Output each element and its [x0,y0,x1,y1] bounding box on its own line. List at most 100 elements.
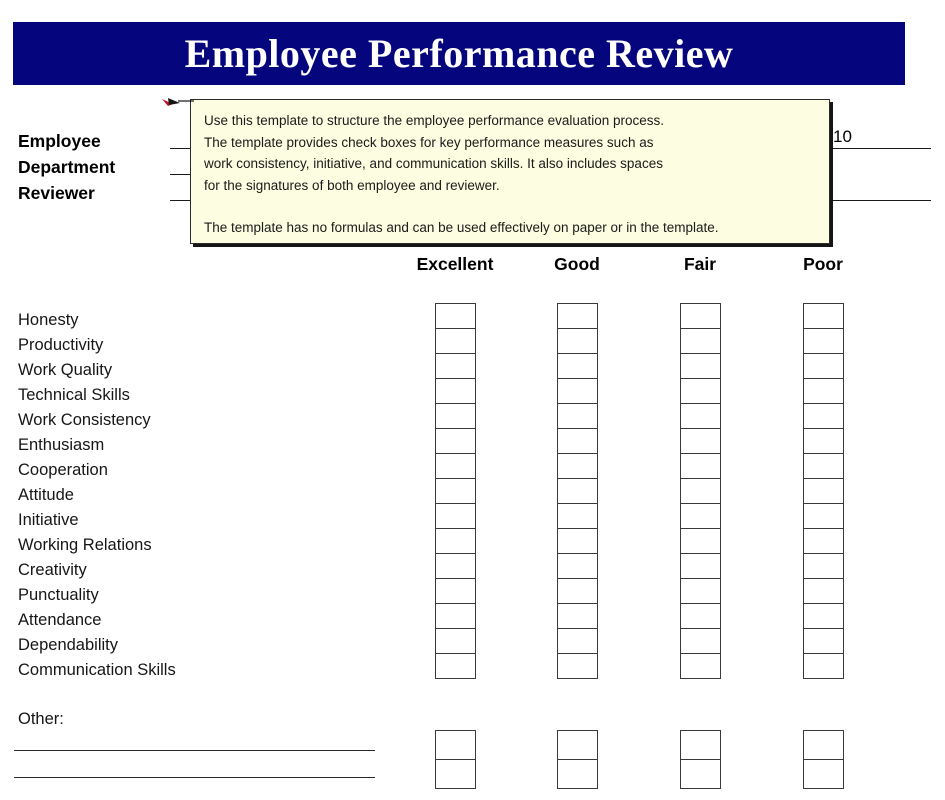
checkbox-good-communication-skills[interactable] [558,654,597,679]
checkbox-good-attitude[interactable] [558,479,597,504]
criteria-label-initiative: Initiative [18,511,79,529]
checkbox-poor-attitude[interactable] [804,479,843,504]
checkbox-column-other-good [557,730,598,789]
checkbox-excellent-cooperation[interactable] [436,454,475,479]
criteria-label-cooperation: Cooperation [18,461,108,479]
checkbox-fair-cooperation[interactable] [681,454,720,479]
column-header-good: Good [554,254,600,274]
criteria-label-working-relations: Working Relations [18,536,152,554]
checkbox-good-working-relations[interactable] [558,529,597,554]
employee-field-label: Employee [18,131,101,151]
department-field-label: Department [18,157,116,177]
comment-line-4: for the signatures of both employee and … [204,177,500,193]
reviewer-field-label: Reviewer [18,183,95,203]
checkbox-excellent-initiative[interactable] [436,504,475,529]
criteria-label-punctuality: Punctuality [18,586,99,604]
checkbox-other-fair-row-1[interactable] [681,731,720,760]
checkbox-fair-enthusiasm[interactable] [681,429,720,454]
checkbox-excellent-technical-skills[interactable] [436,379,475,404]
checkbox-other-good-row-1[interactable] [558,731,597,760]
checkbox-good-dependability[interactable] [558,629,597,654]
comment-pointer-icon [160,96,196,110]
checkbox-fair-productivity[interactable] [681,329,720,354]
checkbox-fair-attendance[interactable] [681,604,720,629]
criteria-label-work-quality: Work Quality [18,361,113,379]
checkbox-good-punctuality[interactable] [558,579,597,604]
other-input-line-2[interactable] [14,777,375,778]
criteria-label-attitude: Attitude [18,486,74,504]
checkbox-excellent-productivity[interactable] [436,329,475,354]
checkbox-fair-honesty[interactable] [681,304,720,329]
checkbox-excellent-creativity[interactable] [436,554,475,579]
checkbox-excellent-attitude[interactable] [436,479,475,504]
checkbox-fair-dependability[interactable] [681,629,720,654]
page-title: Employee Performance Review [184,30,734,76]
comment-line-1: Use this template to structure the emplo… [204,113,664,128]
checkbox-poor-initiative[interactable] [804,504,843,529]
checkbox-good-work-consistency[interactable] [558,404,597,429]
comment-tooltip[interactable]: Use this template to structure the emplo… [190,99,830,244]
checkbox-poor-working-relations[interactable] [804,529,843,554]
criteria-label-dependability: Dependability [18,636,118,654]
checkbox-other-good-row-2[interactable] [558,760,597,789]
checkbox-poor-cooperation[interactable] [804,454,843,479]
checkbox-good-productivity[interactable] [558,329,597,354]
checkbox-excellent-working-relations[interactable] [436,529,475,554]
checkbox-good-honesty[interactable] [558,304,597,329]
checkbox-poor-enthusiasm[interactable] [804,429,843,454]
criteria-label-enthusiasm: Enthusiasm [18,436,105,454]
checkbox-excellent-attendance[interactable] [436,604,475,629]
checkbox-good-initiative[interactable] [558,504,597,529]
checkbox-excellent-work-consistency[interactable] [436,404,475,429]
checkbox-good-work-quality[interactable] [558,354,597,379]
checkbox-fair-punctuality[interactable] [681,579,720,604]
checkbox-excellent-communication-skills[interactable] [436,654,475,679]
checkbox-fair-working-relations[interactable] [681,529,720,554]
checkbox-column-fair [680,303,721,679]
checkbox-column-other-poor [803,730,844,789]
checkbox-fair-work-quality[interactable] [681,354,720,379]
comment-line-3: work consistency, initiative, and commun… [204,156,663,171]
checkbox-poor-honesty[interactable] [804,304,843,329]
checkbox-fair-initiative[interactable] [681,504,720,529]
checkbox-excellent-honesty[interactable] [436,304,475,329]
checkbox-poor-punctuality[interactable] [804,579,843,604]
checkbox-poor-communication-skills[interactable] [804,654,843,679]
checkbox-poor-productivity[interactable] [804,329,843,354]
checkbox-poor-work-consistency[interactable] [804,404,843,429]
checkbox-good-cooperation[interactable] [558,454,597,479]
checkbox-excellent-dependability[interactable] [436,629,475,654]
column-header-fair: Fair [683,254,717,274]
checkbox-fair-work-consistency[interactable] [681,404,720,429]
checkbox-other-excellent-row-2[interactable] [436,760,475,789]
comment-closing-line: The template has no formulas and can be … [204,220,719,235]
checkbox-other-poor-row-2[interactable] [804,760,843,789]
checkbox-other-poor-row-1[interactable] [804,731,843,760]
checkbox-poor-work-quality[interactable] [804,354,843,379]
checkbox-excellent-work-quality[interactable] [436,354,475,379]
checkbox-excellent-enthusiasm[interactable] [436,429,475,454]
checkbox-good-enthusiasm[interactable] [558,429,597,454]
checkbox-poor-technical-skills[interactable] [804,379,843,404]
checkbox-good-attendance[interactable] [558,604,597,629]
checkbox-good-creativity[interactable] [558,554,597,579]
checkbox-other-fair-row-2[interactable] [681,760,720,789]
checkbox-poor-dependability[interactable] [804,629,843,654]
other-input-line-1[interactable] [14,750,375,751]
date-field-value: 10 [833,127,852,146]
checkbox-column-excellent [435,303,476,679]
checkbox-fair-creativity[interactable] [681,554,720,579]
criteria-label-technical-skills: Technical Skills [18,386,130,404]
date-field-input[interactable] [831,148,931,149]
column-header-poor: Poor [803,254,843,274]
checkbox-poor-creativity[interactable] [804,554,843,579]
checkbox-fair-communication-skills[interactable] [681,654,720,679]
checkbox-poor-attendance[interactable] [804,604,843,629]
checkbox-column-poor [803,303,844,679]
checkbox-fair-attitude[interactable] [681,479,720,504]
checkbox-excellent-punctuality[interactable] [436,579,475,604]
secondary-field-input[interactable] [831,200,931,201]
checkbox-other-excellent-row-1[interactable] [436,731,475,760]
checkbox-fair-technical-skills[interactable] [681,379,720,404]
checkbox-good-technical-skills[interactable] [558,379,597,404]
